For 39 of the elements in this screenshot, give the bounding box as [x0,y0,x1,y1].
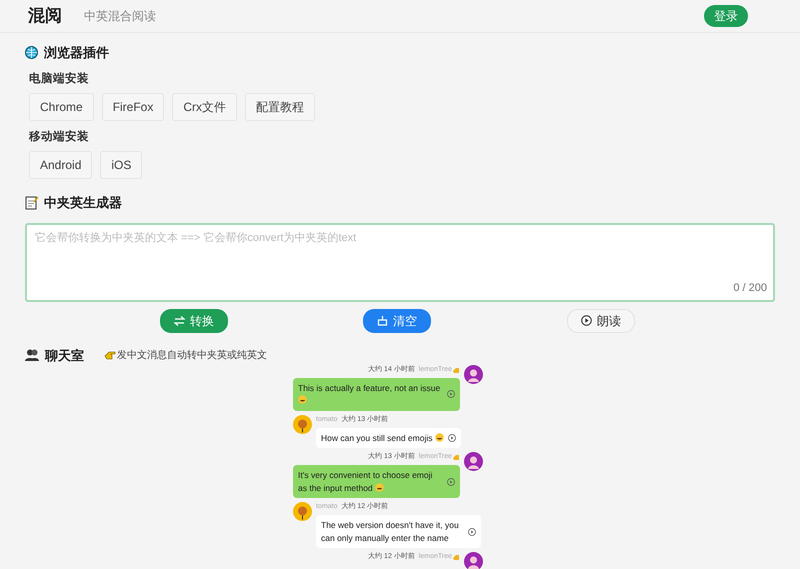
chat-hint: 发中文消息自动转中夹英或纯英文 [117,348,267,363]
play-icon [581,315,592,326]
section-title: 浏览器插件 [44,44,109,62]
group-label: 移动端安装 [29,129,90,145]
user-avatar [464,365,483,384]
install-button[interactable]: Crx文件 [172,92,238,121]
play-icon [447,478,455,486]
swap-icon [174,316,185,326]
notepad-icon [25,196,38,210]
install-button[interactable]: FireFox [102,92,164,121]
message-text: The web version doesn't have it, you can only manually enter the name [321,518,460,544]
laughing-emoji-icon [434,432,444,442]
char-counter: 0 / 200 [733,281,767,296]
laughing-emoji-icon [375,482,384,492]
user-avatar [293,502,312,522]
read-aloud-button[interactable]: 朗读 [567,308,635,332]
user-avatar [293,415,312,434]
laughing-emoji-icon [298,395,307,404]
people-icon [25,349,39,362]
install-button[interactable]: iOS [100,151,142,179]
site-title: 混阅 [28,5,62,28]
play-icon [447,390,455,398]
group-label: 电脑端安装 [29,71,90,86]
pointing-hand-icon [104,350,116,360]
user-avatar [464,552,483,569]
section-title: 中夹英生成器 [44,194,122,212]
section-title: 聊天室 [45,346,84,364]
user-avatar [464,452,483,472]
message-text: How can you still send emojis [321,432,444,444]
install-button[interactable]: Chrome [29,92,94,121]
install-button[interactable]: Android [29,151,92,179]
globe-icon [25,46,38,60]
play-icon [468,528,476,536]
site-subtitle: 中英混合阅读 [84,8,156,25]
message-text: It's very convenient to choose emoji as the input method [298,468,434,494]
install-button[interactable]: 配置教程 [245,92,316,121]
play-icon [448,434,456,442]
clear-button[interactable]: 清空 [363,308,431,332]
message-text: This is actually a feature, not an issue [298,382,443,407]
